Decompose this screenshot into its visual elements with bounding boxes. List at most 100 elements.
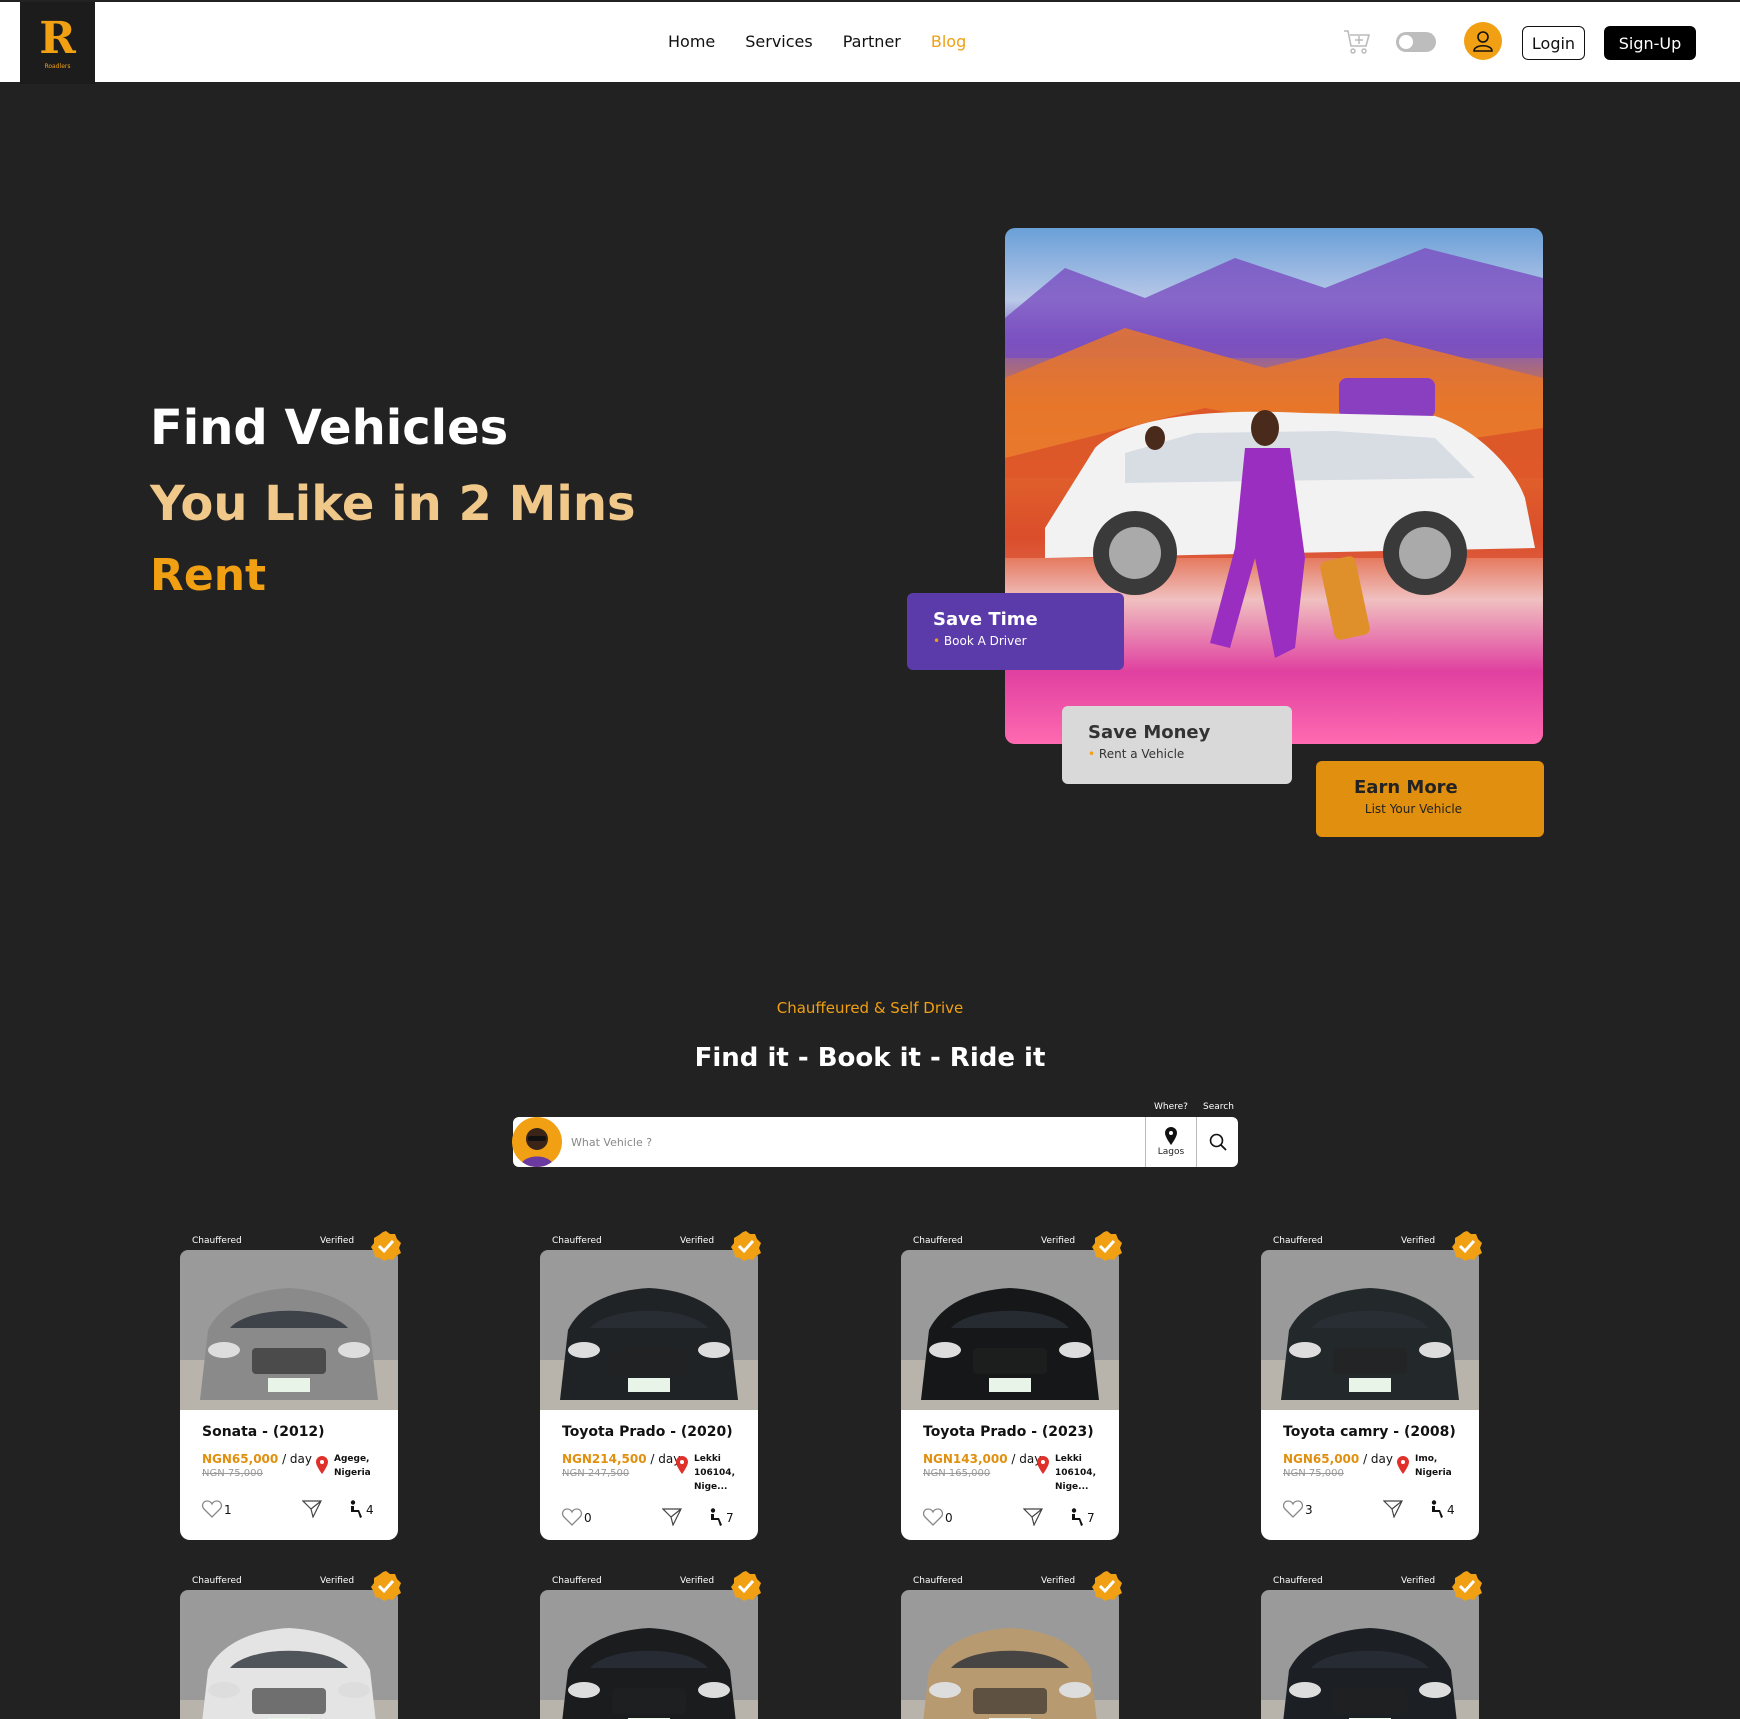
location-line: 106104, <box>1055 1468 1096 1478</box>
old-price: NGN 165,000 <box>923 1468 991 1479</box>
seats-count: 7 <box>726 1511 734 1525</box>
chauffered-label: Chauffered <box>552 1576 602 1586</box>
card-footer: 0 7 <box>923 1508 1103 1528</box>
hero-title-line2: You Like in 2 Mins <box>150 476 636 532</box>
likes-count: 0 <box>584 1511 592 1525</box>
verified-label: Verified <box>680 1576 715 1586</box>
chauffered-label: Chauffered <box>913 1236 963 1246</box>
heart-icon[interactable] <box>202 1500 222 1518</box>
location-line: Nige... <box>1055 1482 1089 1492</box>
location-pin-icon <box>316 1456 328 1474</box>
verified-check-icon <box>1452 1571 1482 1601</box>
nav-partner[interactable]: Partner <box>843 32 901 51</box>
card-body: Sonata - (2012) NGN65,000 / day NGN 75,0… <box>180 1410 398 1540</box>
card-body: Toyota camry - (2008) NGN65,000 / day NG… <box>1261 1410 1479 1540</box>
location-line: Imo, <box>1415 1454 1438 1464</box>
price-value: NGN214,500 <box>562 1452 647 1466</box>
badge-title: Save Money <box>1088 722 1211 743</box>
likes-count: 3 <box>1305 1503 1313 1517</box>
share-icon[interactable] <box>302 1500 322 1518</box>
vehicle-name: Sonata - (2012) <box>202 1424 325 1440</box>
card-body: Toyota Prado - (2023) NGN143,000 / day N… <box>901 1410 1119 1540</box>
seat-icon <box>710 1508 722 1526</box>
vehicle-photo[interactable] <box>901 1590 1119 1719</box>
badge-save-time: Save Time Book A Driver <box>907 593 1124 670</box>
search-button[interactable] <box>1197 1117 1238 1167</box>
nav-blog[interactable]: Blog <box>931 32 966 51</box>
verified-label: Verified <box>680 1236 715 1246</box>
vehicle-photo[interactable] <box>540 1250 758 1410</box>
price-unit: / day <box>1363 1452 1394 1466</box>
card-footer: 1 4 <box>202 1500 382 1520</box>
verified-label: Verified <box>320 1576 355 1586</box>
vehicle-location: Lekki 106104, Nige... <box>1055 1452 1115 1494</box>
signup-button[interactable]: Sign-Up <box>1604 26 1696 60</box>
vehicle-price: NGN143,000 / day <box>923 1452 1041 1466</box>
price-value: NGN143,000 <box>923 1452 1008 1466</box>
vehicle-photo[interactable] <box>1261 1590 1479 1719</box>
badge-save-money: Save Money Rent a Vehicle <box>1062 706 1292 784</box>
chauffered-label: Chauffered <box>192 1236 242 1246</box>
search-icon <box>1209 1133 1227 1151</box>
location-picker[interactable]: Lagos <box>1145 1117 1197 1167</box>
likes-count: 1 <box>224 1503 232 1517</box>
vehicle-name: Toyota camry - (2008) <box>1283 1424 1456 1440</box>
old-price: NGN 75,000 <box>202 1468 263 1479</box>
search-label: Search <box>1203 1102 1234 1112</box>
search-bar: Lagos <box>512 1117 1238 1167</box>
old-price: NGN 75,000 <box>1283 1468 1344 1479</box>
seats-count: 4 <box>1447 1503 1455 1517</box>
vehicle-location: Agege, Nigeria <box>334 1452 394 1480</box>
location-pin-icon <box>1037 1456 1049 1474</box>
where-label: Where? <box>1154 1102 1188 1112</box>
badge-subtitle: Rent a Vehicle <box>1088 747 1266 761</box>
badge-title: Save Time <box>933 609 1038 630</box>
heart-icon[interactable] <box>1283 1500 1303 1518</box>
profile-button[interactable] <box>1464 22 1502 60</box>
share-icon[interactable] <box>662 1508 682 1526</box>
location-pin-icon <box>1397 1456 1409 1474</box>
cart-icon[interactable] <box>1342 26 1372 56</box>
card-body: Toyota Prado - (2020) NGN214,500 / day N… <box>540 1410 758 1540</box>
verified-check-icon <box>1452 1231 1482 1261</box>
vehicle-photo[interactable] <box>901 1250 1119 1410</box>
seats-count: 7 <box>1087 1511 1095 1525</box>
heart-icon[interactable] <box>562 1508 582 1526</box>
verified-check-icon <box>731 1571 761 1601</box>
verified-label: Verified <box>1041 1236 1076 1246</box>
user-icon <box>1473 31 1493 52</box>
logo[interactable]: R Roadlers <box>20 2 95 84</box>
seat-icon <box>1071 1508 1083 1526</box>
price-unit: / day <box>282 1452 313 1466</box>
share-icon[interactable] <box>1383 1500 1403 1518</box>
share-icon[interactable] <box>1023 1508 1043 1526</box>
verified-label: Verified <box>1041 1576 1076 1586</box>
vehicle-photo[interactable] <box>1261 1250 1479 1410</box>
search-input[interactable] <box>571 1127 1111 1157</box>
chauffered-label: Chauffered <box>1273 1236 1323 1246</box>
seat-icon <box>1431 1500 1443 1518</box>
vehicle-photo[interactable] <box>180 1590 398 1719</box>
location-pin-icon <box>676 1456 688 1474</box>
vehicle-photo[interactable] <box>180 1250 398 1410</box>
nav-home[interactable]: Home <box>668 32 715 51</box>
nav-services[interactable]: Services <box>745 32 812 51</box>
vehicle-photo[interactable] <box>540 1590 758 1719</box>
chauffered-label: Chauffered <box>913 1576 963 1586</box>
location-pin-icon <box>1165 1127 1177 1145</box>
badge-title: Earn More <box>1354 777 1458 798</box>
hero-title-line3: Rent <box>150 550 267 601</box>
theme-toggle[interactable] <box>1396 32 1436 52</box>
seat-icon <box>350 1500 362 1518</box>
verified-check-icon <box>371 1571 401 1601</box>
heart-icon[interactable] <box>923 1508 943 1526</box>
verified-check-icon <box>1092 1571 1122 1601</box>
hero-title-line1: Find Vehicles <box>150 400 509 456</box>
vehicle-name: Toyota Prado - (2023) <box>923 1424 1094 1440</box>
section-title: Find it - Book it - Ride it <box>694 1043 1046 1073</box>
seats-count: 4 <box>366 1503 374 1517</box>
price-value: NGN65,000 <box>1283 1452 1360 1466</box>
badge-earn-more[interactable]: Earn More List Your Vehicle <box>1316 761 1544 837</box>
login-button[interactable]: Login <box>1522 26 1585 60</box>
logo-mark: R <box>39 12 75 64</box>
